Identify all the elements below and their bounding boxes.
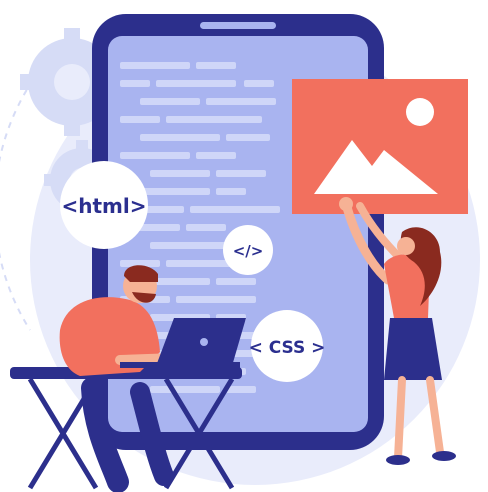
- code-line: [226, 134, 270, 141]
- code-line: [206, 98, 276, 105]
- code-bubble: </>: [223, 225, 273, 275]
- code-line: [140, 134, 220, 141]
- phone-speaker: [200, 22, 276, 29]
- code-line: [156, 80, 236, 87]
- code-bubble-label: </>: [233, 242, 264, 260]
- picture-frame: [292, 79, 468, 214]
- illustration-svg: <html> </> < CSS >: [0, 14, 480, 492]
- code-line: [120, 152, 190, 159]
- html-bubble-label: <html>: [61, 194, 146, 218]
- code-line: [166, 260, 236, 267]
- code-line: [120, 116, 160, 123]
- css-bubble-label: < CSS >: [249, 338, 326, 358]
- code-line: [216, 188, 246, 195]
- code-line: [196, 62, 236, 69]
- illustration: <html> </> < CSS >: [0, 0, 488, 492]
- woman-skirt: [384, 318, 442, 380]
- code-line: [120, 62, 190, 69]
- code-line: [166, 116, 262, 123]
- code-line: [226, 386, 256, 393]
- code-line: [150, 170, 210, 177]
- code-line: [216, 278, 256, 285]
- code-line: [120, 80, 150, 87]
- html-bubble: <html>: [60, 161, 148, 249]
- code-line: [190, 206, 280, 213]
- code-line: [150, 386, 220, 393]
- code-line: [186, 224, 226, 231]
- code-line: [216, 170, 266, 177]
- code-line: [244, 80, 274, 87]
- code-line: [176, 296, 256, 303]
- code-line: [150, 242, 230, 249]
- code-line: [196, 152, 236, 159]
- code-line: [140, 98, 200, 105]
